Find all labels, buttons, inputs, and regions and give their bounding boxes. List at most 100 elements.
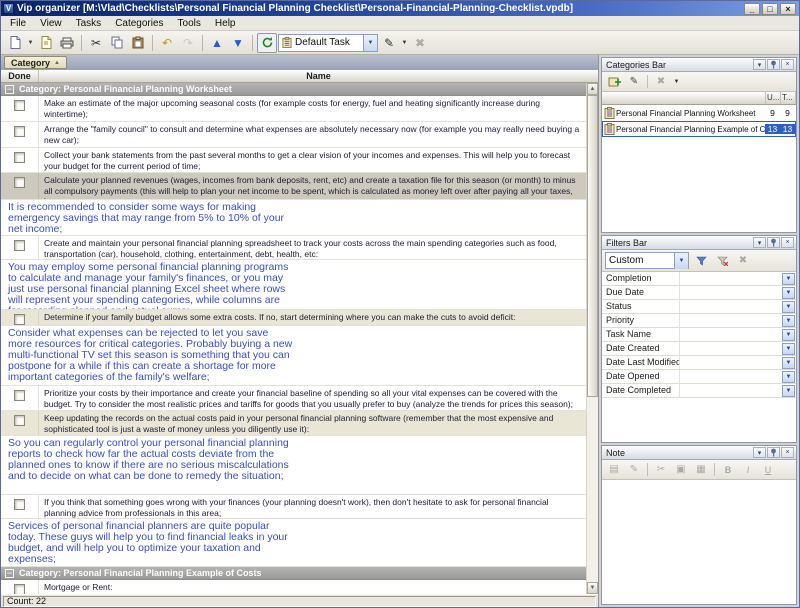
total-column-header[interactable]: T... [781, 92, 796, 104]
task-row[interactable]: If you think that something goes wrong w… [1, 495, 586, 519]
delete-task-button[interactable]: ✖ [410, 33, 430, 53]
menu-item[interactable]: View [33, 16, 69, 30]
panel-close-button[interactable]: × [781, 59, 794, 70]
copy-note-button[interactable]: ▣ [672, 462, 690, 478]
menu-item[interactable]: Tools [171, 16, 208, 30]
task-row[interactable]: Prioritize your costs by their importanc… [1, 386, 586, 411]
task-row[interactable]: Keep updating the records on the actual … [1, 411, 586, 436]
note-row[interactable]: So you can regularly control your person… [1, 436, 586, 495]
new-task-button[interactable] [5, 33, 25, 53]
filter-dropdown-button[interactable]: ▼ [782, 329, 795, 341]
new-task-dropdown-icon[interactable]: ▼ [26, 33, 35, 53]
column-header-name[interactable]: Name [39, 70, 598, 82]
panel-menu-button[interactable]: ▾ [753, 237, 766, 248]
task-row[interactable]: Collect your bank statements from the pa… [1, 148, 586, 173]
default-task-combobox[interactable]: Default Task ▼ [278, 34, 378, 52]
edit-filter-button[interactable] [692, 253, 710, 269]
panel-close-button[interactable]: × [781, 447, 794, 458]
underline-button[interactable]: U [759, 462, 777, 478]
panel-pin-button[interactable] [767, 59, 780, 70]
filter-dropdown-button[interactable]: ▼ [782, 357, 795, 369]
task-row[interactable]: Mortgage or Rent: [1, 580, 586, 594]
paste-note-button[interactable]: ▦ [692, 462, 710, 478]
bold-button[interactable]: B [719, 462, 737, 478]
collapse-icon[interactable]: − [5, 569, 14, 578]
paste-button[interactable] [128, 33, 148, 53]
redo-button[interactable]: ↷ [178, 33, 198, 53]
note-row[interactable]: Services of personal financial planners … [1, 519, 586, 567]
task-checkbox[interactable] [14, 126, 25, 137]
insert-file-button[interactable]: ▤ [605, 462, 623, 478]
filter-dropdown-button[interactable]: ▼ [782, 385, 795, 397]
task-row[interactable]: Make an estimate of the major upcoming s… [1, 96, 586, 122]
filter-dropdown-button[interactable]: ▼ [782, 343, 795, 355]
delete-filter-button[interactable]: ✖ [734, 253, 752, 269]
italic-button[interactable]: I [739, 462, 757, 478]
minimize-button[interactable]: _ [744, 3, 760, 15]
filter-preset-dropdown-icon[interactable]: ▼ [674, 253, 688, 269]
note-row[interactable]: Consider what expenses can be rejected t… [1, 326, 586, 386]
filter-dropdown-button[interactable]: ▼ [782, 273, 795, 285]
categories-more-dropdown-icon[interactable]: ▼ [672, 72, 681, 92]
menu-item[interactable]: Help [208, 16, 243, 30]
scroll-down-button[interactable]: ▼ [587, 582, 598, 594]
panel-menu-button[interactable]: ▾ [753, 447, 766, 458]
menu-item[interactable]: Categories [108, 16, 170, 30]
task-checkbox[interactable] [14, 240, 25, 251]
cut-button[interactable]: ✂ [86, 33, 106, 53]
clear-filter-button[interactable] [713, 253, 731, 269]
undo-button[interactable]: ↶ [157, 33, 177, 53]
note-editor-area[interactable] [602, 480, 796, 604]
edit-note-button[interactable]: ✎ [625, 462, 643, 478]
default-task-dropdown-icon[interactable]: ▼ [363, 35, 377, 51]
edit-task-dropdown-icon[interactable]: ▼ [400, 33, 409, 53]
task-checkbox[interactable] [14, 100, 25, 111]
category-list-item[interactable]: Personal Financial Planning Worksheet 9 … [602, 105, 796, 121]
task-row[interactable]: Create and maintain your personal financ… [1, 236, 586, 260]
task-checkbox[interactable] [14, 415, 25, 426]
delete-category-button[interactable]: ✖ [652, 74, 670, 90]
filter-dropdown-button[interactable]: ▼ [782, 315, 795, 327]
panel-close-button[interactable]: × [781, 237, 794, 248]
vertical-scrollbar[interactable]: ▲ ▼ [586, 83, 598, 594]
scrollbar-track[interactable] [587, 95, 598, 582]
copy-button[interactable] [107, 33, 127, 53]
move-up-button[interactable]: ▲ [207, 33, 227, 53]
task-checkbox[interactable] [14, 152, 25, 163]
maximize-button[interactable]: □ [762, 3, 778, 15]
category-row[interactable]: − Category: Personal Financial Planning … [1, 567, 586, 580]
close-button[interactable]: × [780, 3, 796, 15]
filter-dropdown-button[interactable]: ▼ [782, 301, 795, 313]
note-row[interactable]: You may employ some personal financial p… [1, 260, 586, 310]
menu-item[interactable]: File [3, 16, 33, 30]
category-list-item[interactable]: Personal Financial Planning Example of C… [602, 121, 796, 137]
panel-menu-button[interactable]: ▾ [753, 59, 766, 70]
edit-category-button[interactable]: ✎ [625, 74, 643, 90]
task-checkbox[interactable] [14, 584, 25, 594]
edit-task-button[interactable]: ✎ [379, 33, 399, 53]
filter-dropdown-button[interactable]: ▼ [782, 371, 795, 383]
move-down-button[interactable]: ▼ [228, 33, 248, 53]
task-checkbox[interactable] [14, 499, 25, 510]
task-row[interactable]: Calculate your planned revenues (wages, … [1, 173, 586, 200]
menu-item[interactable]: Tasks [69, 16, 109, 30]
task-row[interactable]: Arrange the "family council" to consult … [1, 122, 586, 148]
filter-dropdown-button[interactable]: ▼ [782, 287, 795, 299]
uncompleted-column-header[interactable]: U... [766, 92, 781, 104]
refresh-button[interactable] [257, 33, 277, 53]
task-row[interactable]: Determine if your family budget allows s… [1, 310, 586, 326]
task-checkbox[interactable] [14, 177, 25, 188]
filter-preset-combobox[interactable]: Custom ▼ [605, 252, 689, 269]
scrollbar-thumb[interactable] [587, 95, 598, 397]
group-by-category-button[interactable]: Category ▲ [4, 56, 67, 69]
category-name-column-header[interactable] [602, 92, 766, 104]
new-note-button[interactable] [36, 33, 56, 53]
panel-pin-button[interactable] [767, 447, 780, 458]
scroll-up-button[interactable]: ▲ [587, 83, 598, 95]
panel-pin-button[interactable] [767, 237, 780, 248]
task-checkbox[interactable] [14, 390, 25, 401]
note-row[interactable]: It is recommended to consider some ways … [1, 200, 586, 236]
cut-note-button[interactable]: ✂ [652, 462, 670, 478]
category-row[interactable]: − Category: Personal Financial Planning … [1, 83, 586, 96]
add-category-button[interactable] [605, 74, 623, 90]
